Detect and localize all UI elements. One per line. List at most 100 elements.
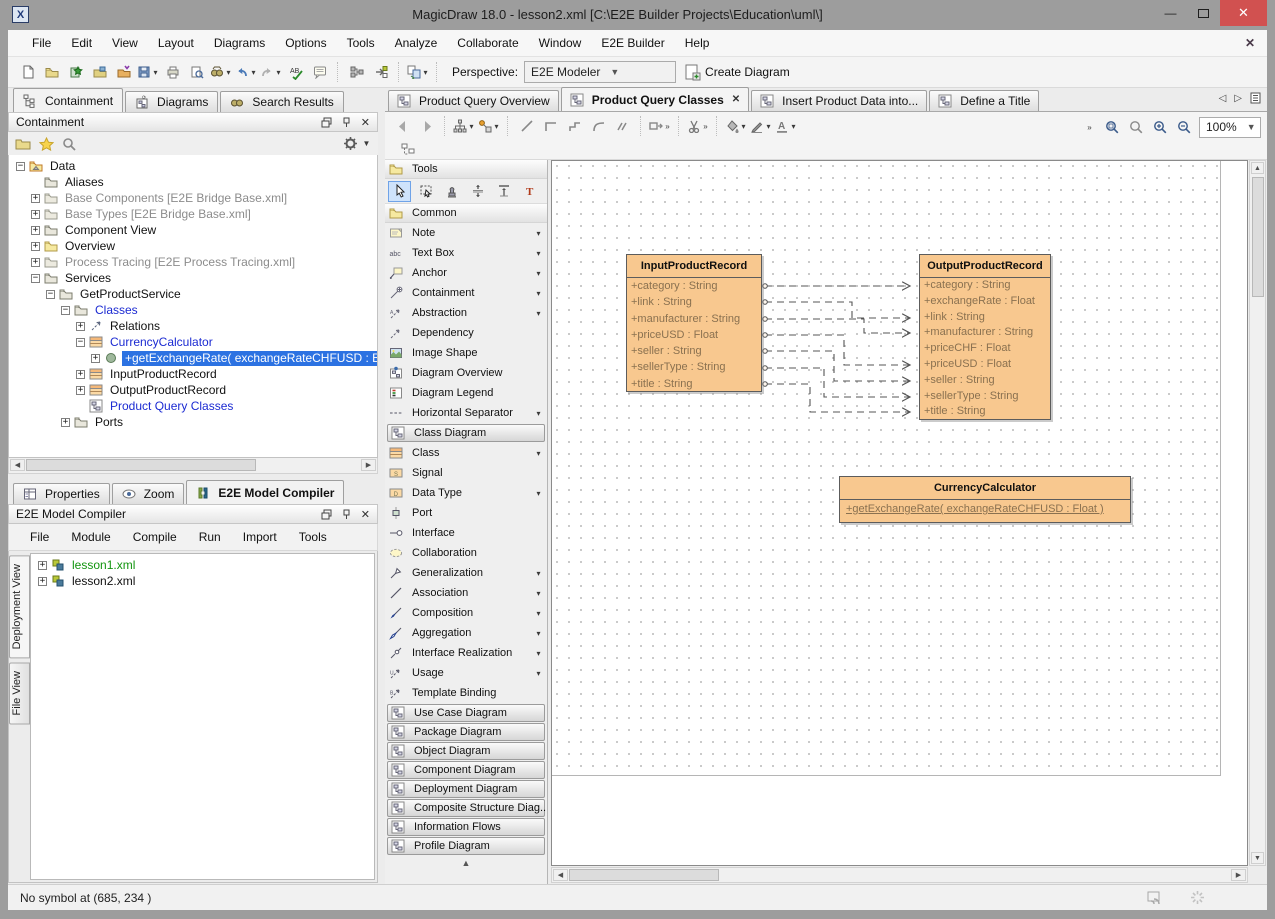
palette-item-port[interactable]: Port <box>385 503 547 523</box>
float-window-icon[interactable] <box>321 117 332 128</box>
menu-e2e-builder[interactable]: E2E Builder <box>591 32 674 54</box>
tree-item-services[interactable]: −Services <box>12 270 377 286</box>
tab-e2e-model-compiler[interactable]: E2E Model Compiler <box>186 480 344 504</box>
palette-item-data-type[interactable]: DData Type▾ <box>385 483 547 503</box>
chevron-down-icon[interactable]: ▾ <box>534 249 543 258</box>
import-model-icon[interactable] <box>113 60 135 84</box>
class-attribute[interactable]: +manufacturer : String <box>627 311 761 327</box>
zoom-out-icon[interactable] <box>1173 115 1195 139</box>
more-icon[interactable]: » <box>663 122 672 131</box>
tree-expander[interactable]: + <box>31 226 40 235</box>
scroll-down-icon[interactable]: ▼ <box>1251 852 1264 864</box>
tree-item-inputproductrecord[interactable]: +InputProductRecord <box>12 366 377 382</box>
print-icon[interactable] <box>162 60 184 84</box>
oblique-path-icon[interactable] <box>516 114 538 138</box>
line-color-icon[interactable]: ▾ <box>750 114 773 138</box>
tree-item-process-tracing-e2e-process-tracing-xml-[interactable]: +Process Tracing [E2E Process Tracing.xm… <box>12 254 377 270</box>
scroll-left-icon[interactable]: ◀ <box>10 459 25 471</box>
palette-item-interface[interactable]: Interface <box>385 523 547 543</box>
tree-item-overview[interactable]: +Overview <box>12 238 377 254</box>
diagram-tab-product-query-classes[interactable]: Product Query Classes✕ <box>561 87 749 111</box>
toolbar-overflow-icon[interactable]: » <box>1085 123 1094 132</box>
chevron-down-icon[interactable]: ▾ <box>534 649 543 658</box>
scroll-thumb[interactable] <box>26 459 256 471</box>
used-modules-icon[interactable] <box>346 60 368 84</box>
tree-expander[interactable]: − <box>16 162 25 171</box>
palette-section-composite-structure-diag-[interactable]: Composite Structure Diag... <box>387 799 545 817</box>
undo-icon[interactable]: ▾ <box>235 60 258 84</box>
tree-item-relations[interactable]: +Relations <box>12 318 377 334</box>
class-attribute[interactable]: +sellerType : String <box>627 359 761 375</box>
tree-expander[interactable]: + <box>31 210 40 219</box>
palette-section-component-diagram[interactable]: Component Diagram <box>387 761 545 779</box>
canvas-vscrollbar[interactable]: ▲ ▼ <box>1249 160 1266 866</box>
chevron-down-icon[interactable]: ▾ <box>534 409 543 418</box>
palette-section-package-diagram[interactable]: Package Diagram <box>387 723 545 741</box>
palette-item-generalization[interactable]: Generalization▾ <box>385 563 547 583</box>
text-tool-icon[interactable]: T <box>518 181 541 202</box>
vertical-splitter[interactable] <box>378 88 385 884</box>
open-quick-search-icon[interactable] <box>15 137 31 150</box>
diagram-canvas[interactable]: InputProductRecord+category : String+lin… <box>551 160 1248 866</box>
palette-item-template-binding[interactable]: BTemplate Binding <box>385 683 547 703</box>
tab-containment[interactable]: Containment <box>13 88 123 112</box>
compiler-menu-import[interactable]: Import <box>232 526 288 548</box>
palette-item-dependency[interactable]: Dependency <box>385 323 547 343</box>
class-attribute[interactable]: +priceUSD : Float <box>627 327 761 343</box>
close-button[interactable]: ✕ <box>1220 0 1267 26</box>
chevron-down-icon[interactable]: ▾ <box>467 122 476 131</box>
containment-lines-icon[interactable] <box>401 143 416 158</box>
perspective-select[interactable]: E2E Modeler ▼ <box>524 61 676 83</box>
compiler-menu-module[interactable]: Module <box>60 526 121 548</box>
class-currency-calculator[interactable]: CurrencyCalculator+getExchangeRate( exch… <box>839 476 1131 523</box>
palette-item-text-box[interactable]: abcText Box▾ <box>385 243 547 263</box>
menu-options[interactable]: Options <box>275 32 336 54</box>
minimize-button[interactable]: — <box>1154 0 1187 26</box>
palette-item-anchor[interactable]: Anchor▾ <box>385 263 547 283</box>
autosize-icon[interactable]: » <box>649 114 672 138</box>
pin-icon[interactable] <box>342 117 351 128</box>
chevron-down-icon[interactable]: ▾ <box>534 309 543 318</box>
tree-item-ports[interactable]: +Ports <box>12 414 377 430</box>
palette-item-note[interactable]: Note▾ <box>385 223 547 243</box>
maximize-button[interactable] <box>1187 0 1220 26</box>
pin-icon[interactable] <box>342 509 351 520</box>
fill-color-icon[interactable]: ▾ <box>725 114 748 138</box>
palette-item-composition[interactable]: Composition▾ <box>385 603 547 623</box>
class-attribute[interactable]: +seller : String <box>920 373 1050 389</box>
scroll-right-icon[interactable]: ▶ <box>1231 869 1246 881</box>
tab-properties[interactable]: Properties <box>13 483 110 504</box>
chevron-down-icon[interactable]: ▾ <box>224 68 233 77</box>
redo-icon[interactable]: ▾ <box>260 60 283 84</box>
zoom-level-select[interactable]: 100% ▼ <box>1199 117 1261 138</box>
quick-layout-icon[interactable]: ▾ <box>478 114 501 138</box>
tree-expander[interactable]: + <box>61 418 70 427</box>
palette-header-tools[interactable]: Tools <box>385 160 547 179</box>
side-tab-deployment-view[interactable]: Deployment View <box>9 555 30 658</box>
class-operation[interactable]: +getExchangeRate( exchangeRateCHFUSD : F… <box>840 500 1130 518</box>
spelling-icon[interactable]: AB <box>285 60 307 84</box>
diagram-tab-insert-product-data-into-[interactable]: Insert Product Data into... <box>751 90 927 111</box>
tree-item-data[interactable]: −Data <box>12 158 377 174</box>
cursor-tool-icon[interactable] <box>388 181 411 202</box>
class-attribute[interactable]: +link : String <box>627 294 761 310</box>
palette-section-profile-diagram[interactable]: Profile Diagram <box>387 837 545 855</box>
close-tab-icon[interactable]: ✕ <box>732 94 740 105</box>
menu-tools[interactable]: Tools <box>337 32 385 54</box>
menu-collaborate[interactable]: Collaborate <box>447 32 528 54</box>
class-input-product-record[interactable]: InputProductRecord+category : String+lin… <box>626 254 762 392</box>
back-icon[interactable] <box>392 114 414 138</box>
compiler-menu-tools[interactable]: Tools <box>288 526 338 548</box>
create-diagram-button[interactable]: Create Diagram <box>684 64 790 81</box>
palette-item-aggregation[interactable]: Aggregation▾ <box>385 623 547 643</box>
palette-section-use-case-diagram[interactable]: Use Case Diagram <box>387 704 545 722</box>
diagram-tab-define-a-title[interactable]: Define a Title <box>929 90 1039 111</box>
layout-icon[interactable]: ▾ <box>453 114 476 138</box>
class-attribute[interactable]: +exchangeRate : Float <box>920 294 1050 310</box>
menu-view[interactable]: View <box>102 32 148 54</box>
class-attribute[interactable]: +link : String <box>920 310 1050 326</box>
palette-item-signal[interactable]: SSignal <box>385 463 547 483</box>
new-project-icon[interactable] <box>65 60 87 84</box>
tree-item-getproductservice[interactable]: −GetProductService <box>12 286 377 302</box>
tree-expander[interactable]: + <box>76 386 85 395</box>
